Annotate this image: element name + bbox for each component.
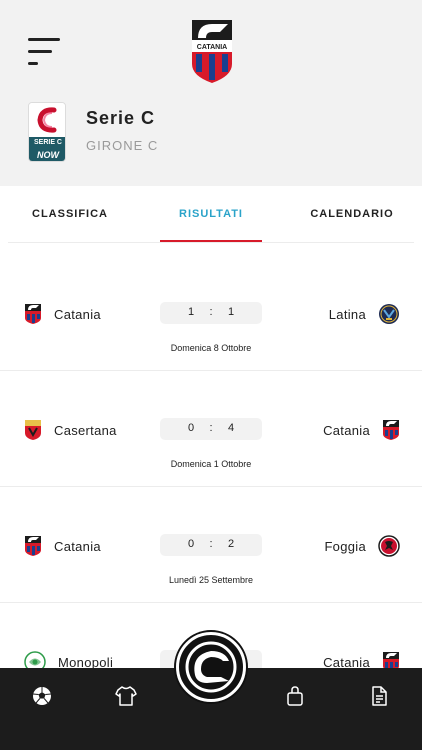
home-team: Catania (24, 303, 101, 325)
foggia-crest-icon (378, 535, 400, 557)
home-score: 1 (187, 306, 195, 318)
home-team-name: Catania (54, 538, 101, 554)
tab-bar: CLASSIFICA RISULTATI CALENDARIO (0, 186, 422, 242)
score-separator: : (209, 422, 213, 434)
match-row[interactable]: Catania 1 : 1 Latina Domenica 8 Ottobre (0, 255, 422, 371)
away-score: 4 (227, 422, 235, 434)
catania-crest-icon (383, 420, 399, 440)
away-team: Latina (329, 303, 400, 325)
jersey-icon[interactable] (114, 684, 138, 708)
menu-line (28, 38, 60, 41)
menu-line (28, 62, 38, 65)
home-team-name: Casertana (54, 422, 117, 438)
serie-c-emblem-icon (37, 107, 57, 133)
home-team: Catania (24, 535, 101, 557)
league-logo-line2: NOW (29, 149, 65, 161)
score-box: 1 : 1 (160, 302, 262, 324)
header: CATANIA SERIE C NOW Serie C GIRONE C (0, 0, 422, 186)
league-logo-line1: SERIE C (29, 137, 65, 149)
match-row[interactable]: Catania 0 : 2 Foggia Lunedì 25 Settembre (0, 487, 422, 603)
catania-crest-icon (25, 536, 41, 556)
league-name: Serie C (86, 108, 156, 128)
shopping-bag-icon[interactable] (283, 684, 307, 708)
tab-classifica[interactable]: CLASSIFICA (0, 186, 140, 242)
document-icon[interactable] (367, 684, 391, 708)
score-separator: : (209, 538, 213, 550)
divider (8, 242, 414, 243)
menu-line (28, 50, 52, 53)
score-box: 0 : 4 (160, 418, 262, 440)
home-score: 0 (187, 538, 195, 550)
home-score: 0 (187, 422, 195, 434)
match-date: Domenica 1 Ottobre (170, 459, 252, 469)
score-box: 0 : 2 (160, 534, 262, 556)
away-team-name: Catania (323, 422, 370, 438)
club-logo-text: CATANIA (197, 44, 227, 51)
serie-c-now-logo-icon: SERIE C NOW (28, 102, 66, 162)
menu-button[interactable] (28, 38, 62, 66)
away-score: 2 (227, 538, 235, 550)
home-team: Casertana (24, 419, 117, 441)
catania-crest-icon: CATANIA (192, 20, 232, 83)
away-team-name: Foggia (324, 538, 366, 554)
tab-calendario[interactable]: CALENDARIO (282, 186, 422, 242)
catania-crest-icon (25, 304, 41, 324)
club-home-button[interactable] (176, 632, 246, 702)
away-score: 1 (227, 306, 235, 318)
league-group: GIRONE C (86, 138, 159, 153)
tab-risultati[interactable]: RISULTATI (160, 186, 262, 242)
casertana-crest-icon (25, 420, 41, 440)
catania-elephant-logo-icon (185, 641, 237, 693)
match-date: Domenica 8 Ottobre (170, 343, 252, 353)
away-team: Foggia (324, 535, 400, 557)
away-team-name: Latina (328, 306, 366, 322)
latina-crest-icon (379, 304, 399, 324)
away-team: Catania (323, 419, 400, 441)
football-icon[interactable] (30, 684, 54, 708)
match-date: Lunedì 25 Settembre (168, 575, 254, 585)
match-row[interactable]: Casertana 0 : 4 Catania Domenica 1 Ottob… (0, 371, 422, 487)
home-team-name: Catania (54, 306, 101, 322)
score-separator: : (209, 306, 213, 318)
